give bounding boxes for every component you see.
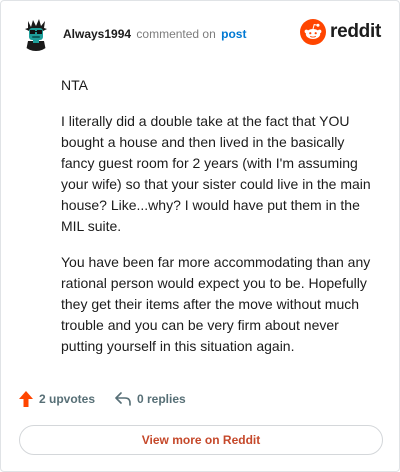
comment-embed-card: Always1994 commented on post reddit NTA … <box>0 0 400 472</box>
avatar[interactable] <box>19 17 53 51</box>
upvotes-action[interactable]: 2 upvotes <box>19 389 95 409</box>
reply-arrow-icon <box>115 392 131 406</box>
reddit-wordmark: reddit <box>330 21 381 42</box>
comment-paragraph: I literally did a double take at the fac… <box>61 113 371 234</box>
replies-count: 0 replies <box>137 392 186 406</box>
upvote-arrow-icon <box>19 391 33 407</box>
username-link[interactable]: Always1994 <box>63 27 131 41</box>
comment-paragraph: NTA <box>61 77 88 93</box>
commented-on-text: commented on <box>136 27 216 41</box>
comment-header: Always1994 commented on post reddit <box>19 17 383 53</box>
view-more-on-reddit-button[interactable]: View more on Reddit <box>19 425 383 455</box>
comment-meta: Always1994 commented on post <box>63 27 246 41</box>
comment-paragraph: You have been far more accommodating tha… <box>61 254 371 354</box>
comment-footer: 2 upvotes 0 replies <box>19 389 381 409</box>
post-link[interactable]: post <box>221 27 246 41</box>
reddit-snoo-icon <box>300 19 327 45</box>
avatar-icon <box>19 17 53 51</box>
upvotes-count: 2 upvotes <box>39 392 96 406</box>
reddit-logo[interactable]: reddit <box>300 19 381 45</box>
replies-action[interactable]: 0 replies <box>115 389 186 409</box>
comment-body: NTA I literally did a double take at the… <box>61 75 379 372</box>
